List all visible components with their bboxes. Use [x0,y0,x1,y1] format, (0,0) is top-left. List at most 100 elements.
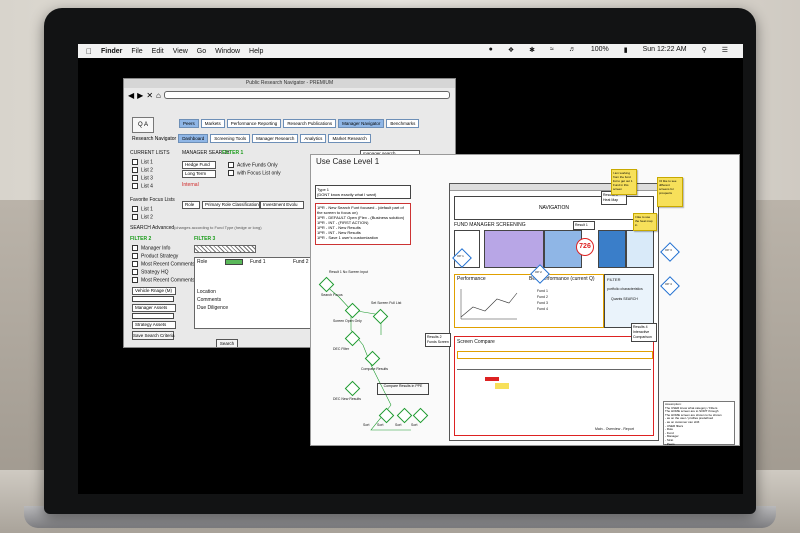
subtab-manager-research[interactable]: Manager Research [252,134,299,143]
filter2-option[interactable]: Manager Info [132,245,170,251]
results-grid: Role Fund 1 Fund 2 Location Comments Due… [194,257,314,329]
menu-window[interactable]: Window [215,48,240,55]
grid-header: Fund 2 [293,259,309,265]
vehicle-range-slider[interactable] [132,296,174,302]
menu-file[interactable]: File [131,48,142,55]
filter2-option[interactable]: Strategy HQ [132,269,169,275]
volume-icon[interactable]: ♬ [569,46,576,54]
term-select[interactable]: Long Term [182,170,216,178]
tab-performance[interactable]: Performance Reporting [226,119,282,128]
table-row: Location [197,289,216,295]
battery-percent[interactable]: 100% [591,46,609,54]
fund-type-select[interactable]: Hedge Fund [182,161,216,169]
result-note: Results 2 Funds Screen [425,333,451,347]
filter2-option[interactable]: Most Recent Comments [132,261,195,267]
wifi-icon[interactable]: ≈ [550,46,554,54]
legend-item: Fund 3 [537,301,548,305]
list-item[interactable]: List 2 [132,214,153,220]
filter-description: portfolio characteristics [607,287,643,291]
performance-heading: Performance [457,276,486,282]
focus-list-option[interactable]: with Focus List only [228,170,281,176]
manager-assets-select[interactable]: Manager Assets [132,304,176,312]
list-item[interactable]: List 2 [132,167,153,173]
clock[interactable]: Sun 12:22 AM [643,46,687,54]
subtab-dashboard[interactable]: Dashboard [178,134,209,143]
flow-label: Sort [411,423,418,427]
op-label: OP 3 [665,248,672,252]
battery-icon[interactable]: ▮ [624,46,628,54]
active-funds-option[interactable]: Active Funds Only [228,162,278,168]
tab-manager-navigator[interactable]: Manager Navigator [338,119,385,128]
fav-focus-heading: Favorite Focus Lists [130,197,175,203]
quant-search-label: Quants SEARCH [611,297,638,301]
home-icon[interactable]: ⌂ [156,91,161,100]
filter1-heading: FILTER 1 [222,150,244,156]
screen-compare-heading: Screen Compare [457,339,495,345]
sticky-note: I am working from the fund list to get o… [611,169,637,195]
menu-help[interactable]: Help [249,48,263,55]
internal-label: Internal [182,182,199,188]
tab-research-pubs[interactable]: Research Publications [283,119,337,128]
current-lists-heading: CURRENT LISTS [130,150,170,156]
table-row: Comments [197,297,222,303]
window-title: Public Research Navigator - PREMIUM [124,79,455,88]
sticky-note: I'd like to see different screens for pr… [657,177,683,207]
list-item[interactable]: List 4 [132,183,153,189]
type-note: Type 1 (DONT know exactly what I want) [315,185,411,199]
address-bar-row: ◀ ▶ ✕ ⌂ [128,89,450,101]
filter2-option[interactable]: Product Strategy [132,253,178,259]
performance-panel: Performance Best Performance (current Q)… [454,274,604,328]
investment-select[interactable]: Investment Evolu [260,201,304,209]
primary-role-select[interactable]: Primary Role Classification [202,201,260,209]
list-item[interactable]: List 1 [132,206,153,212]
menu-view[interactable]: View [173,48,188,55]
op-label: OP 4 [665,282,672,286]
strategy-assets-select[interactable]: Strategy Assets [132,321,176,329]
back-icon[interactable]: ◀ [128,91,134,100]
tab-benchmarks[interactable]: Benchmarks [386,119,420,128]
subtab-screening[interactable]: Screening Tools [210,134,251,143]
list-icon[interactable]: ☰ [722,46,728,54]
vehicle-range-select[interactable]: Vehicle Rnage (M) [132,287,176,295]
list-item[interactable]: List 3 [132,175,153,181]
subtab-analytics[interactable]: Analytics [300,134,327,143]
dropbox-icon[interactable]: ❖ [508,46,514,54]
menu-go[interactable]: Go [197,48,206,55]
search-button[interactable]: Search [216,339,238,347]
result-note: Result 1 [573,221,595,230]
menu-edit[interactable]: Edit [152,48,164,55]
role-toggle[interactable] [225,259,243,265]
close-icon[interactable]: ✕ [146,91,153,100]
use-case-window[interactable]: Use Case Level 1 Type 1 (DONT know exact… [310,154,740,446]
laptop-screen:  Finder File Edit View Go Window Help ●… [78,44,743,494]
list-item[interactable]: List 1 [132,159,153,165]
evernote-icon[interactable]: ● [489,46,493,54]
compare-results-box: Compare Results in PPE [377,383,429,395]
search-icon[interactable]: ⚲ [702,46,707,54]
flow-label: Result 1 No Screen Input [329,270,369,274]
filter2-option[interactable]: Most Recent Comments [132,277,195,283]
manager-assets-slider[interactable] [132,313,174,319]
subtab-market-research[interactable]: Market Research [328,134,371,143]
address-input[interactable] [163,91,450,99]
flow-label: Screen Open Only [333,319,362,323]
tab-markets[interactable]: Markets [200,119,225,128]
tab-peers[interactable]: Peers [179,119,199,128]
flow-label: Sort [395,423,402,427]
result-note: Results 4 Interactive Comparison [631,323,657,342]
role-select[interactable]: Role [182,201,200,209]
filter-heading: FILTER [607,277,621,282]
search-advanced-heading: SEARCH Advanced [130,225,175,231]
inner-dashboard-mock: NAVIGATION FUND MANAGER SCREENING 726 Pe… [449,183,659,441]
menu-finder[interactable]: Finder [101,48,122,55]
forward-icon[interactable]: ▶ [137,91,143,100]
screen-compare-panel: Screen Compare Main - Overview - Report [454,336,654,436]
use-case-title: Use Case Level 1 [316,157,380,166]
op-label: OP 2 [535,270,542,274]
apple-icon[interactable]:  [86,47,92,56]
quant-filter-panel [626,230,654,268]
bluetooth-icon[interactable]: ✱ [529,46,535,54]
compare-divider [457,369,651,370]
save-search-button[interactable]: Save Search Criteria [132,331,175,340]
op-node [660,242,680,262]
